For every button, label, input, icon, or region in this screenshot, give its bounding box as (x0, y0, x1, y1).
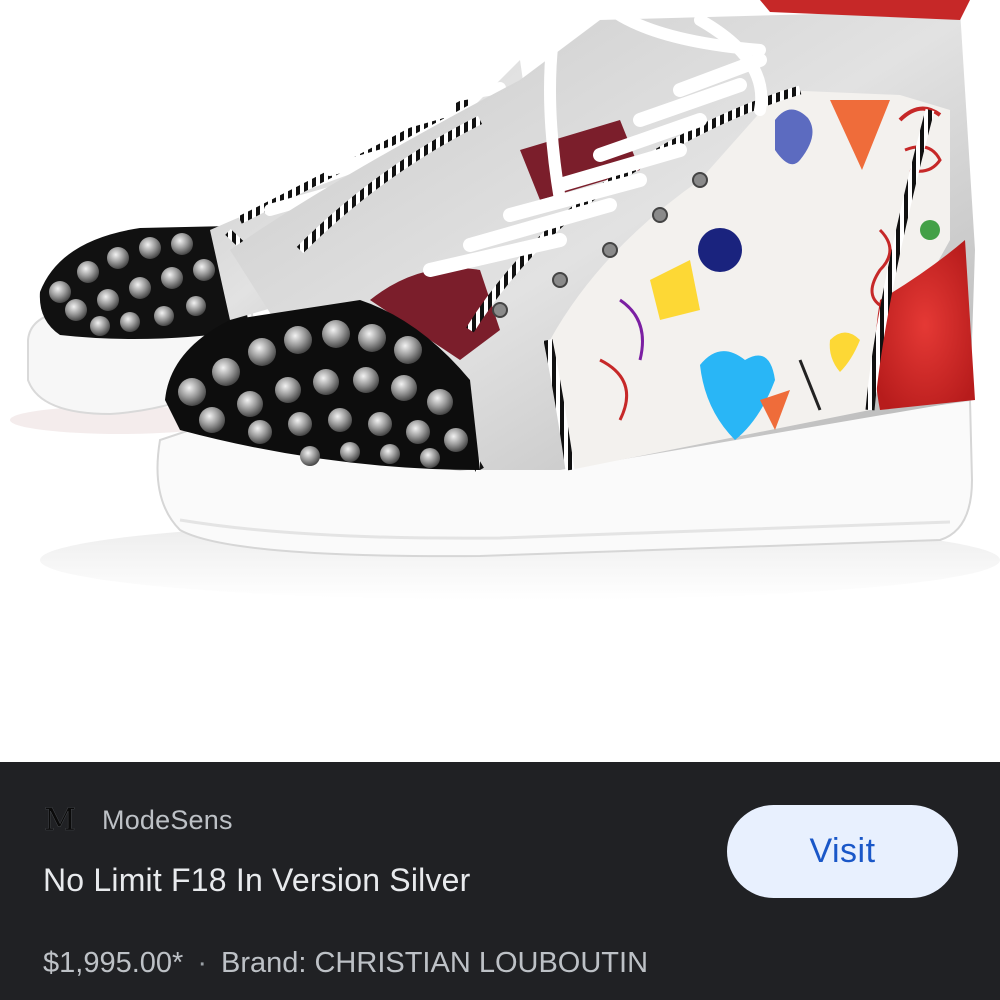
source-name: ModeSens (102, 804, 233, 835)
sneaker-photo (10, 0, 1000, 600)
product-image[interactable] (0, 0, 1000, 762)
brand: Brand: CHRISTIAN LOUBOUTIN (220, 947, 649, 979)
visit-button[interactable]: Visit (727, 805, 958, 898)
modesens-logo-icon: M (44, 802, 76, 838)
front-sneaker (156, 0, 975, 558)
image-result-page: M ModeSens No Limit F18 In Version Silve… (0, 0, 1000, 1000)
price: $1,995.00* (43, 947, 184, 979)
product-meta: $1,995.00* · Brand: CHRISTIAN LOUBOUTIN (43, 947, 648, 980)
meta-separator: · (197, 947, 207, 979)
product-title[interactable]: No Limit F18 In Version Silver (43, 862, 471, 899)
source-row[interactable]: M ModeSens (44, 800, 233, 840)
